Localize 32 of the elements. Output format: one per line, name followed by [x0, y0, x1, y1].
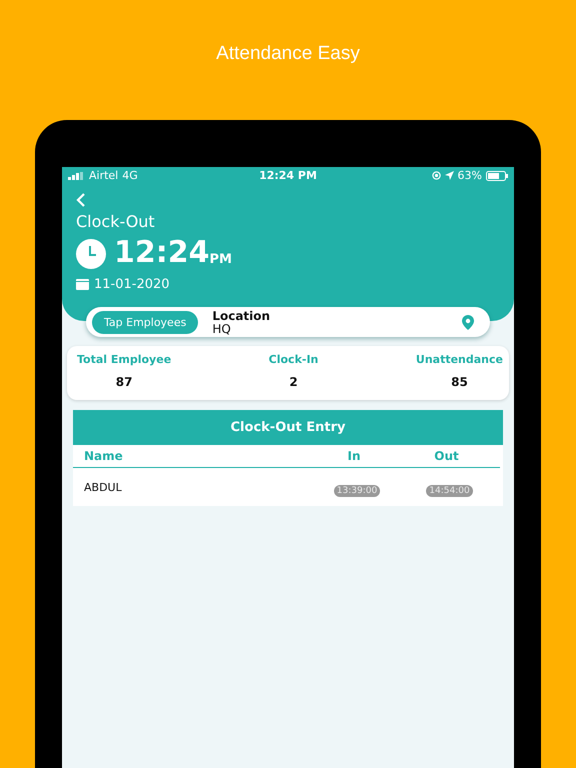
network-type: 4G: [122, 169, 138, 182]
stat-label: Clock-In: [268, 353, 318, 366]
time-pill: 13:39:00: [334, 484, 380, 496]
battery-icon: [486, 170, 508, 180]
status-time: 12:24 PM: [259, 169, 317, 182]
date-text: 11-01-2020: [94, 277, 170, 292]
stat-label: Total Employee: [77, 353, 172, 366]
tap-employees-button[interactable]: Tap Employees: [92, 310, 198, 334]
column-header: Name: [84, 449, 124, 463]
location-arrow-icon: [444, 171, 454, 180]
column-header: In: [346, 449, 362, 463]
battery-percent: 63%: [458, 169, 482, 182]
time-pill: 14:54:00: [426, 484, 473, 496]
location-value: HQ: [212, 323, 232, 335]
screen-title: Clock-Out: [76, 212, 155, 231]
stat-value: 85: [451, 375, 468, 389]
current-time: 12:24: [114, 237, 210, 269]
headline: Attendance Easy: [216, 43, 360, 66]
clock-icon: [76, 239, 106, 269]
stat-value: 2: [289, 375, 298, 389]
table-title: Clock-Out Entry: [73, 410, 503, 445]
carrier-name: Airtel: [89, 169, 118, 182]
map-pin-icon[interactable]: [462, 314, 474, 330]
calendar-icon: [76, 279, 89, 290]
signal-icon: [68, 172, 85, 180]
employee-name: ABDUL: [84, 480, 123, 494]
column-header: Out: [433, 449, 460, 463]
time-period: PM: [210, 252, 232, 267]
stat-label: Unattendance: [416, 353, 503, 366]
location-label: Location: [212, 309, 272, 323]
stat-value: 87: [116, 375, 132, 389]
back-icon[interactable]: [76, 193, 86, 207]
